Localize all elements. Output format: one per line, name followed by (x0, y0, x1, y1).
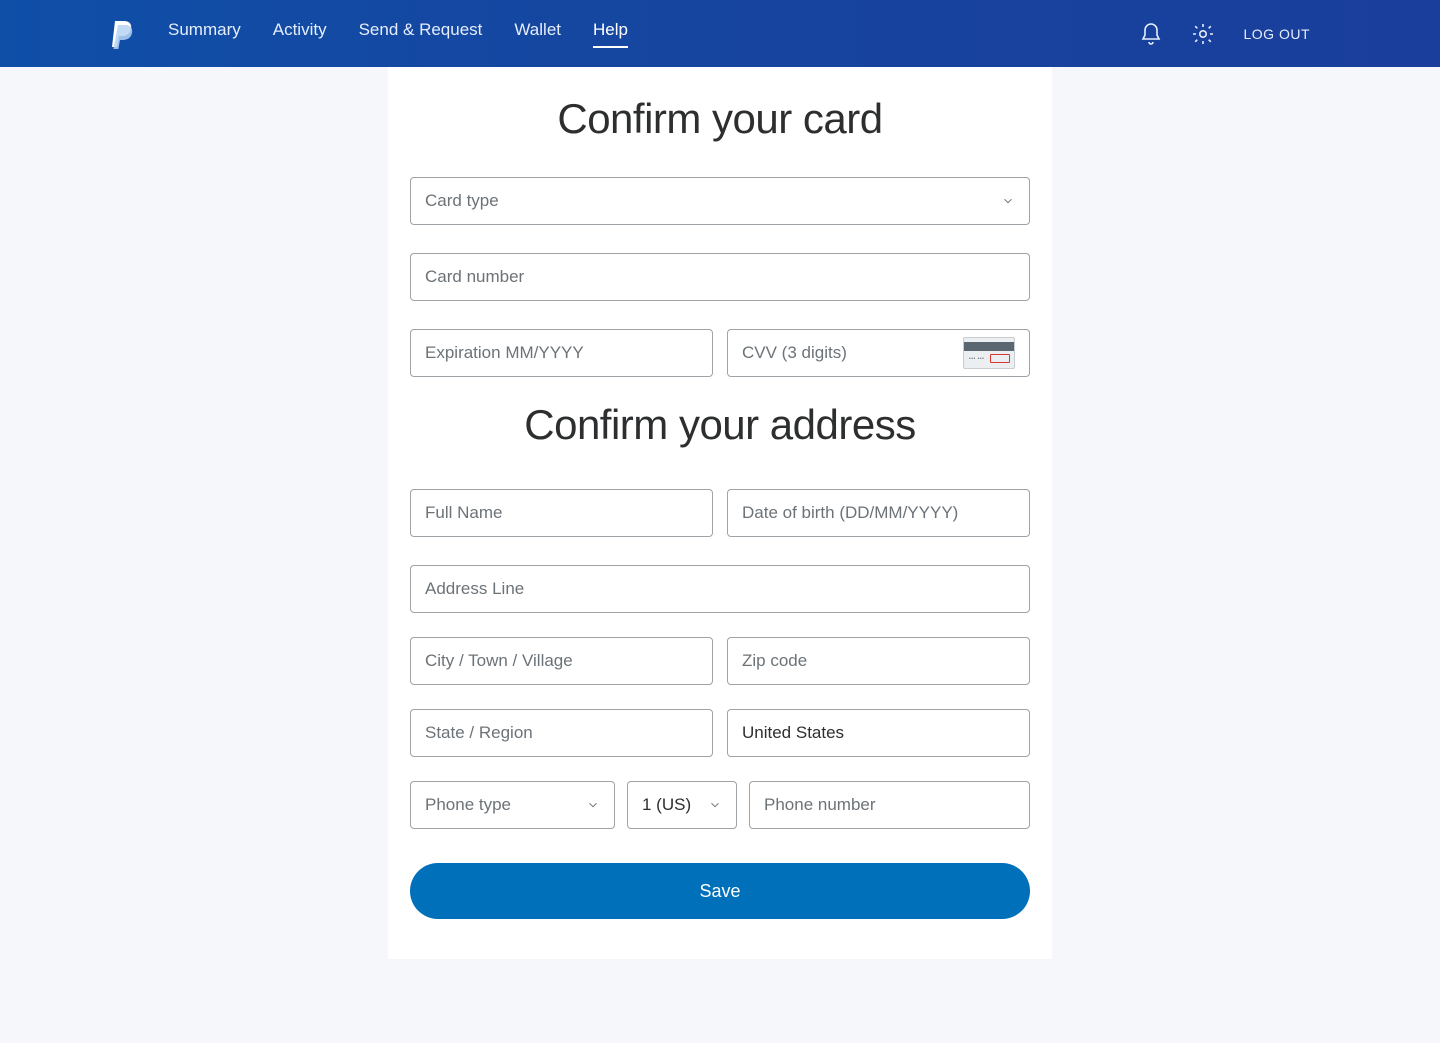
country-select[interactable]: United States (727, 709, 1030, 757)
notifications-icon[interactable] (1139, 22, 1163, 46)
settings-gear-icon[interactable] (1191, 22, 1215, 46)
form-card: Confirm your card Card type ••• ••• Conf… (388, 67, 1052, 959)
nav-help[interactable]: Help (593, 20, 628, 48)
address-line-field[interactable] (410, 565, 1030, 613)
header-right: LOG OUT (1139, 22, 1310, 46)
country-value: United States (742, 723, 844, 743)
dob-input[interactable] (742, 490, 1015, 536)
phone-type-placeholder: Phone type (425, 795, 511, 815)
address-section-title: Confirm your address (410, 401, 1030, 449)
nav-activity[interactable]: Activity (273, 20, 327, 48)
city-field[interactable] (410, 637, 713, 685)
paypal-logo-icon (108, 19, 134, 49)
card-number-field[interactable] (410, 253, 1030, 301)
nav-summary[interactable]: Summary (168, 20, 241, 48)
address-line-input[interactable] (425, 566, 1015, 612)
chevron-down-icon (586, 798, 600, 812)
logout-link[interactable]: LOG OUT (1243, 26, 1310, 42)
expiration-input[interactable] (425, 330, 698, 376)
cvv-input[interactable] (742, 330, 955, 376)
phone-number-field[interactable] (749, 781, 1030, 829)
full-name-field[interactable] (410, 489, 713, 537)
zip-field[interactable] (727, 637, 1030, 685)
phone-number-input[interactable] (764, 782, 1015, 828)
full-name-input[interactable] (425, 490, 698, 536)
card-section-title: Confirm your card (410, 95, 1030, 143)
nav-wallet[interactable]: Wallet (514, 20, 561, 48)
card-number-input[interactable] (425, 254, 1015, 300)
city-input[interactable] (425, 638, 698, 684)
phone-cc-value: 1 (US) (642, 795, 691, 815)
cvv-field[interactable]: ••• ••• (727, 329, 1030, 377)
save-button[interactable]: Save (410, 863, 1030, 919)
content: Confirm your card Card type ••• ••• Conf… (0, 67, 1440, 959)
dob-field[interactable] (727, 489, 1030, 537)
header: Summary Activity Send & Request Wallet H… (0, 0, 1440, 67)
nav-send-request[interactable]: Send & Request (359, 20, 483, 48)
state-input[interactable] (425, 710, 698, 756)
chevron-down-icon (1001, 194, 1015, 208)
card-type-placeholder: Card type (425, 191, 499, 211)
phone-country-code-select[interactable]: 1 (US) (627, 781, 737, 829)
main-nav: Summary Activity Send & Request Wallet H… (168, 20, 1139, 48)
state-field[interactable] (410, 709, 713, 757)
card-type-select[interactable]: Card type (410, 177, 1030, 225)
phone-type-select[interactable]: Phone type (410, 781, 615, 829)
chevron-down-icon (708, 798, 722, 812)
zip-input[interactable] (742, 638, 1015, 684)
cvv-card-icon: ••• ••• (963, 337, 1015, 369)
expiration-field[interactable] (410, 329, 713, 377)
